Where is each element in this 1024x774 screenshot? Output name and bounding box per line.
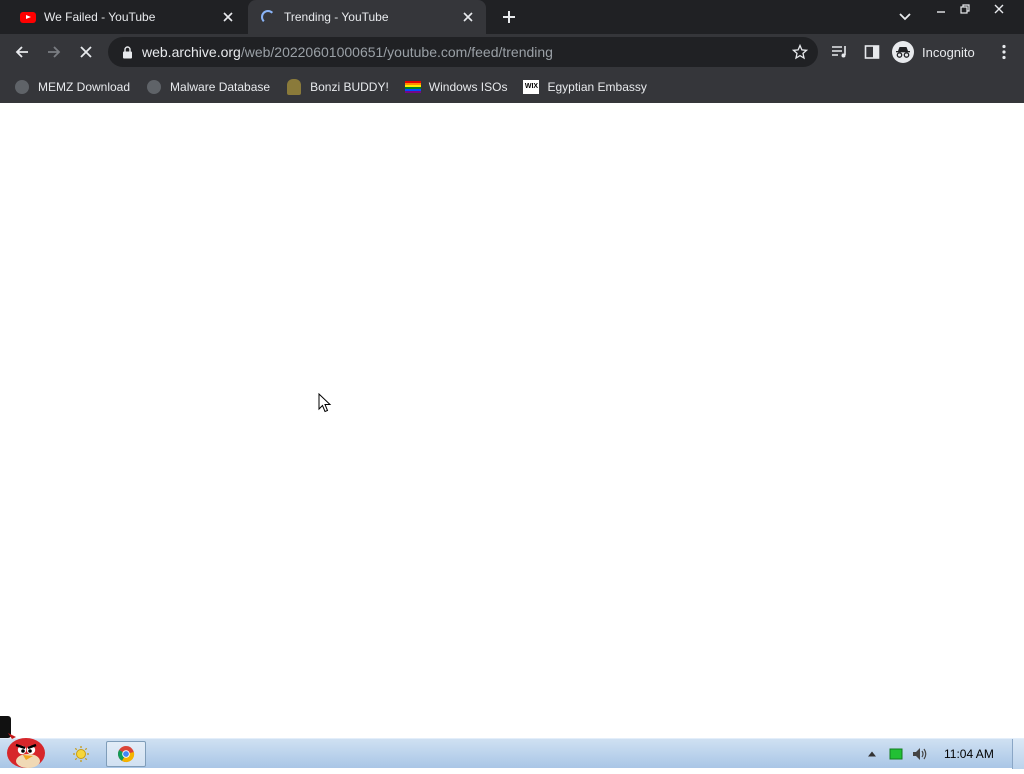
rainbow-flag-icon <box>404 79 421 95</box>
forward-button[interactable] <box>42 40 66 64</box>
bookmark-memz-download[interactable]: MEMZ Download <box>14 79 130 95</box>
tab-title: We Failed - YouTube <box>44 10 156 24</box>
tab-we-failed[interactable]: We Failed - YouTube <box>8 0 246 34</box>
incognito-icon <box>892 41 914 63</box>
restore-icon <box>960 4 970 14</box>
chevron-down-icon <box>899 13 911 21</box>
address-bar[interactable]: web.archive.org/web/20220601000651/youtu… <box>108 37 818 67</box>
system-tray <box>862 739 934 769</box>
side-panel-icon <box>864 45 880 59</box>
bookmark-windows-isos[interactable]: Windows ISOs <box>404 79 508 95</box>
volume-icon[interactable] <box>910 744 930 764</box>
globe-icon <box>146 79 162 95</box>
lock-icon[interactable] <box>120 45 134 59</box>
bookmarks-bar: MEMZ Download Malware Database Bonzi BUD… <box>0 70 1024 103</box>
url-path: /web/20220601000651/youtube.com/feed/tre… <box>240 44 553 60</box>
tab-close-icon[interactable] <box>220 9 236 25</box>
tab-trending[interactable]: Trending - YouTube <box>248 0 486 34</box>
taskbar: 11:04 AM <box>0 733 1024 769</box>
minimize-icon <box>937 11 945 13</box>
url-text[interactable]: web.archive.org/web/20220601000651/youtu… <box>142 44 553 60</box>
show-desktop-button[interactable] <box>1012 739 1024 769</box>
restore-button[interactable] <box>952 0 978 18</box>
tab-title: Trending - YouTube <box>284 10 389 24</box>
wix-icon: WIX <box>523 79 540 95</box>
taskbar-chrome-button[interactable] <box>106 741 146 767</box>
url-host: web.archive.org <box>142 44 241 60</box>
taskbar-explorer-button[interactable] <box>66 741 96 767</box>
minimize-button[interactable] <box>928 0 954 18</box>
start-button[interactable] <box>2 731 50 769</box>
chrome-icon <box>118 746 135 763</box>
bonzi-icon <box>286 78 302 95</box>
stop-loading-button[interactable] <box>74 40 98 64</box>
close-icon <box>80 46 92 58</box>
bookmark-label: Windows ISOs <box>428 79 508 94</box>
more-vertical-icon <box>1002 44 1006 60</box>
bookmark-bonzi-buddy[interactable]: Bonzi BUDDY! <box>286 78 389 95</box>
bookmark-egyptian-embassy[interactable]: WIX Egyptian Embassy <box>523 79 647 95</box>
globe-icon <box>14 79 30 95</box>
tab-search-button[interactable] <box>895 8 915 26</box>
tray-expand-icon[interactable] <box>862 744 882 764</box>
sun-icon <box>73 746 89 762</box>
side-panel-button[interactable] <box>860 40 884 64</box>
bookmark-label: Egyptian Embassy <box>547 79 647 94</box>
playlist-music-icon <box>832 46 846 58</box>
plus-icon <box>503 11 515 23</box>
page-content-blank[interactable] <box>0 103 1024 738</box>
bookmark-label: Malware Database <box>170 79 271 94</box>
mouse-cursor-icon <box>318 393 332 413</box>
tab-close-icon[interactable] <box>460 9 476 25</box>
arrow-left-icon <box>15 46 28 58</box>
incognito-profile-button[interactable]: Incognito <box>892 39 984 65</box>
browser-toolbar: web.archive.org/web/20220601000651/youtu… <box>0 34 1024 70</box>
bookmark-malware-database[interactable]: Malware Database <box>146 79 270 95</box>
bookmark-label: MEMZ Download <box>38 79 131 94</box>
back-button[interactable] <box>10 40 34 64</box>
close-window-button[interactable] <box>986 0 1012 18</box>
new-tab-button[interactable] <box>498 6 520 28</box>
media-control-button[interactable] <box>828 40 852 64</box>
arrow-right-icon <box>48 46 61 58</box>
youtube-icon <box>20 9 36 25</box>
taskbar-clock[interactable]: 11:04 AM <box>944 747 994 761</box>
loading-spinner-icon <box>260 9 276 25</box>
tab-strip: We Failed - YouTube Trending - YouTube <box>0 0 1024 34</box>
bookmark-star-icon[interactable] <box>791 43 809 60</box>
browser-window: We Failed - YouTube Trending - YouTube w… <box>0 0 1024 103</box>
menu-button[interactable] <box>992 40 1016 64</box>
close-icon <box>994 4 1004 14</box>
incognito-label: Incognito <box>922 44 975 60</box>
battery-icon[interactable] <box>886 744 906 764</box>
angry-bird-icon <box>7 733 45 768</box>
bookmark-label: Bonzi BUDDY! <box>310 79 389 94</box>
